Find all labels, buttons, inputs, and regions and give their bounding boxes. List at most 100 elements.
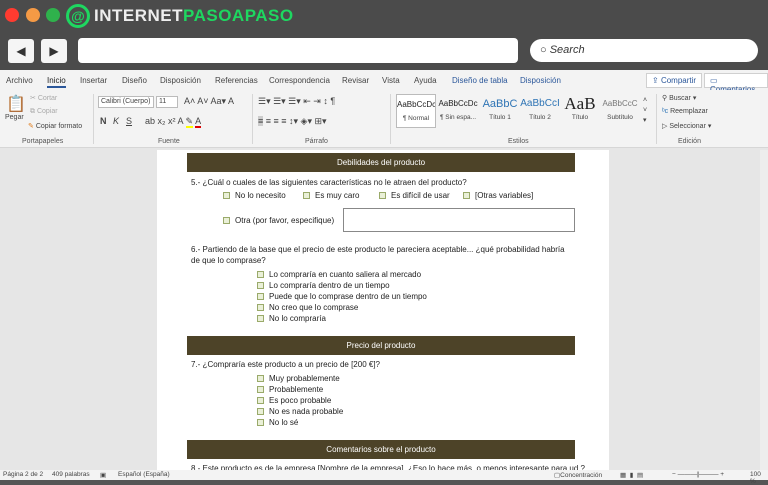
language[interactable]: Español (España) [118,471,170,478]
tab-correspondencia[interactable]: Correspondencia [269,76,330,85]
option-label: Lo compraría en cuanto saliera al mercad… [269,270,422,279]
checkbox-option[interactable]: No creo que lo comprase [257,303,358,312]
tab-vista[interactable]: Vista [382,76,400,85]
checkbox-icon [257,293,264,300]
browser-title-bar: @ INTERNETPASOAPASO [0,0,768,32]
focus-button[interactable]: ▢ Concentración [554,471,602,479]
checkbox-option[interactable]: Es poco probable [257,396,331,405]
minimize-window-button[interactable] [26,8,40,22]
paste-button[interactable]: Pegar [5,114,24,121]
paste-icon: 📋 [6,96,26,113]
option-label: Muy probablemente [269,374,340,383]
checkbox-option[interactable]: Es muy caro [303,191,359,200]
checkbox-option[interactable]: No lo necesito [223,191,286,200]
back-button[interactable]: ◀ [8,39,34,63]
tab-archivo[interactable]: Archivo [6,76,33,85]
close-window-button[interactable] [5,8,19,22]
section-header: Comentarios sobre el producto [187,440,575,459]
style-heading1[interactable]: AaBbC Título 1 [480,94,520,128]
cut-button[interactable]: ✂ Cortar [30,94,57,102]
page-count[interactable]: Página 2 de 2 [3,471,43,478]
checkbox-icon [257,282,264,289]
styles-scroll-buttons[interactable]: ˄ ˅ ▾ [643,96,647,126]
style-sample: AaBbCcDc [397,100,435,109]
vertical-scrollbar[interactable] [760,150,768,470]
share-button[interactable]: ⇪ Compartir [646,73,703,88]
checkbox-option[interactable]: [Otras variables] [463,191,533,200]
comments-button[interactable]: ▭ Comentarios [704,73,768,94]
italic-button[interactable]: K [113,116,119,126]
search-input[interactable]: ○ Search [530,39,758,62]
option-label: Probablemente [269,385,324,394]
font-size-select[interactable]: 11 [156,96,178,108]
checkbox-icon [257,315,264,322]
style-normal[interactable]: AaBbCcDc ¶ Normal [396,94,436,128]
checkbox-option[interactable]: No es nada probable [257,407,343,416]
tab-inicio[interactable]: Inicio [47,76,66,88]
section-header: Precio del producto [187,336,575,355]
brush-icon: ✎ [28,123,34,130]
format-painter-button[interactable]: ✎ Copiar formato [28,122,82,130]
logo: @ INTERNETPASOAPASO [66,4,294,28]
view-buttons[interactable]: ▦ ▮ ▤ [620,471,643,479]
style-sample: AaB [564,94,596,113]
document-page[interactable]: Debilidades del producto 5.- ¿Cuál o cua… [157,150,609,473]
other-specify-field[interactable] [343,208,575,232]
bold-button[interactable]: N [100,116,107,126]
checkbox-icon [257,304,264,311]
replace-button[interactable]: ᵇc Reemplazar [662,108,708,115]
option-label: Lo compraría dentro de un tiempo [269,281,390,290]
font-grow-shrink-icons[interactable]: A˄ A˅ Aa▾ A [184,96,234,107]
font-effects-icons[interactable]: ab x₂ x² A ✎ A [145,116,202,128]
zoom-level[interactable]: 100 % [750,471,768,485]
checkbox-option[interactable]: Muy probablemente [257,374,340,383]
checkbox-option[interactable]: No lo sé [257,418,298,427]
tab-ayuda[interactable]: Ayuda [414,76,437,85]
maximize-window-button[interactable] [46,8,60,22]
logo-icon: @ [66,4,90,28]
checkbox-option[interactable]: Es difícil de usar [379,191,450,200]
word-count[interactable]: 409 palabras [52,471,90,478]
find-button[interactable]: ⚲ Buscar ▾ [662,94,696,102]
tab-diseno[interactable]: Diseño [122,76,147,85]
copy-button[interactable]: ⧉ Copiar [30,108,58,116]
ribbon-tabs: Archivo Inicio Insertar Diseño Disposici… [0,70,768,94]
checkbox-option[interactable]: Puede que lo comprase dentro de un tiemp… [257,292,427,301]
address-bar[interactable] [78,38,518,63]
tab-diseno-tabla[interactable]: Diseño de tabla [452,76,508,85]
checkbox-option[interactable]: Probablemente [257,385,323,394]
tab-disposicion[interactable]: Disposición [160,76,201,85]
zoom-slider[interactable]: − ———|——— + [672,471,724,478]
tab-revisar[interactable]: Revisar [342,76,369,85]
proofing-icon[interactable]: ▣ [100,471,106,479]
style-title[interactable]: AaB Título [560,94,600,128]
style-subtitle[interactable]: AaBbCcC Subtítulo [600,94,640,128]
checkbox-icon [223,192,230,199]
tab-insertar[interactable]: Insertar [80,76,107,85]
style-no-spacing[interactable]: AaBbCcDc ¶ Sin espa... [438,94,478,128]
checkbox-icon [257,408,264,415]
select-label: Seleccionar [669,123,706,130]
style-heading2[interactable]: AaBbCcI Título 2 [520,94,560,128]
replace-label: Reemplazar [670,108,708,115]
checkbox-option[interactable]: Lo compraría en cuanto saliera al mercad… [257,270,421,279]
forward-button[interactable]: ▶ [41,39,67,63]
style-name: ¶ Sin espa... [439,114,476,121]
select-button[interactable]: ▷ Seleccionar ▾ [662,122,711,130]
checkbox-option[interactable]: Otra (por favor, especifique) [223,216,334,225]
tab-disposicion-tabla[interactable]: Disposición [520,76,561,85]
checkbox-icon [257,375,264,382]
checkbox-icon [257,397,264,404]
search-icon: ○ [540,44,550,56]
share-label: Compartir [660,76,697,85]
checkbox-option[interactable]: No lo compraría [257,314,326,323]
underline-button[interactable]: S [126,116,132,126]
alignment-buttons[interactable]: ≡ ≡ ≡ ≡ ↕▾ ◈▾ ⊞▾ [258,116,327,127]
checkbox-option[interactable]: Lo compraría dentro de un tiempo [257,281,390,290]
tab-referencias[interactable]: Referencias [215,76,258,85]
font-name-select[interactable]: Calibri (Cuerpo) [98,96,154,108]
list-buttons[interactable]: ☰▾ ☰▾ ☰▾ ⇤ ⇥ ↕ ¶ [258,96,335,107]
editing-group-label: Edición [678,138,701,145]
cut-label: Cortar [37,95,58,102]
option-label: Otra (por favor, especifique) [235,216,335,225]
